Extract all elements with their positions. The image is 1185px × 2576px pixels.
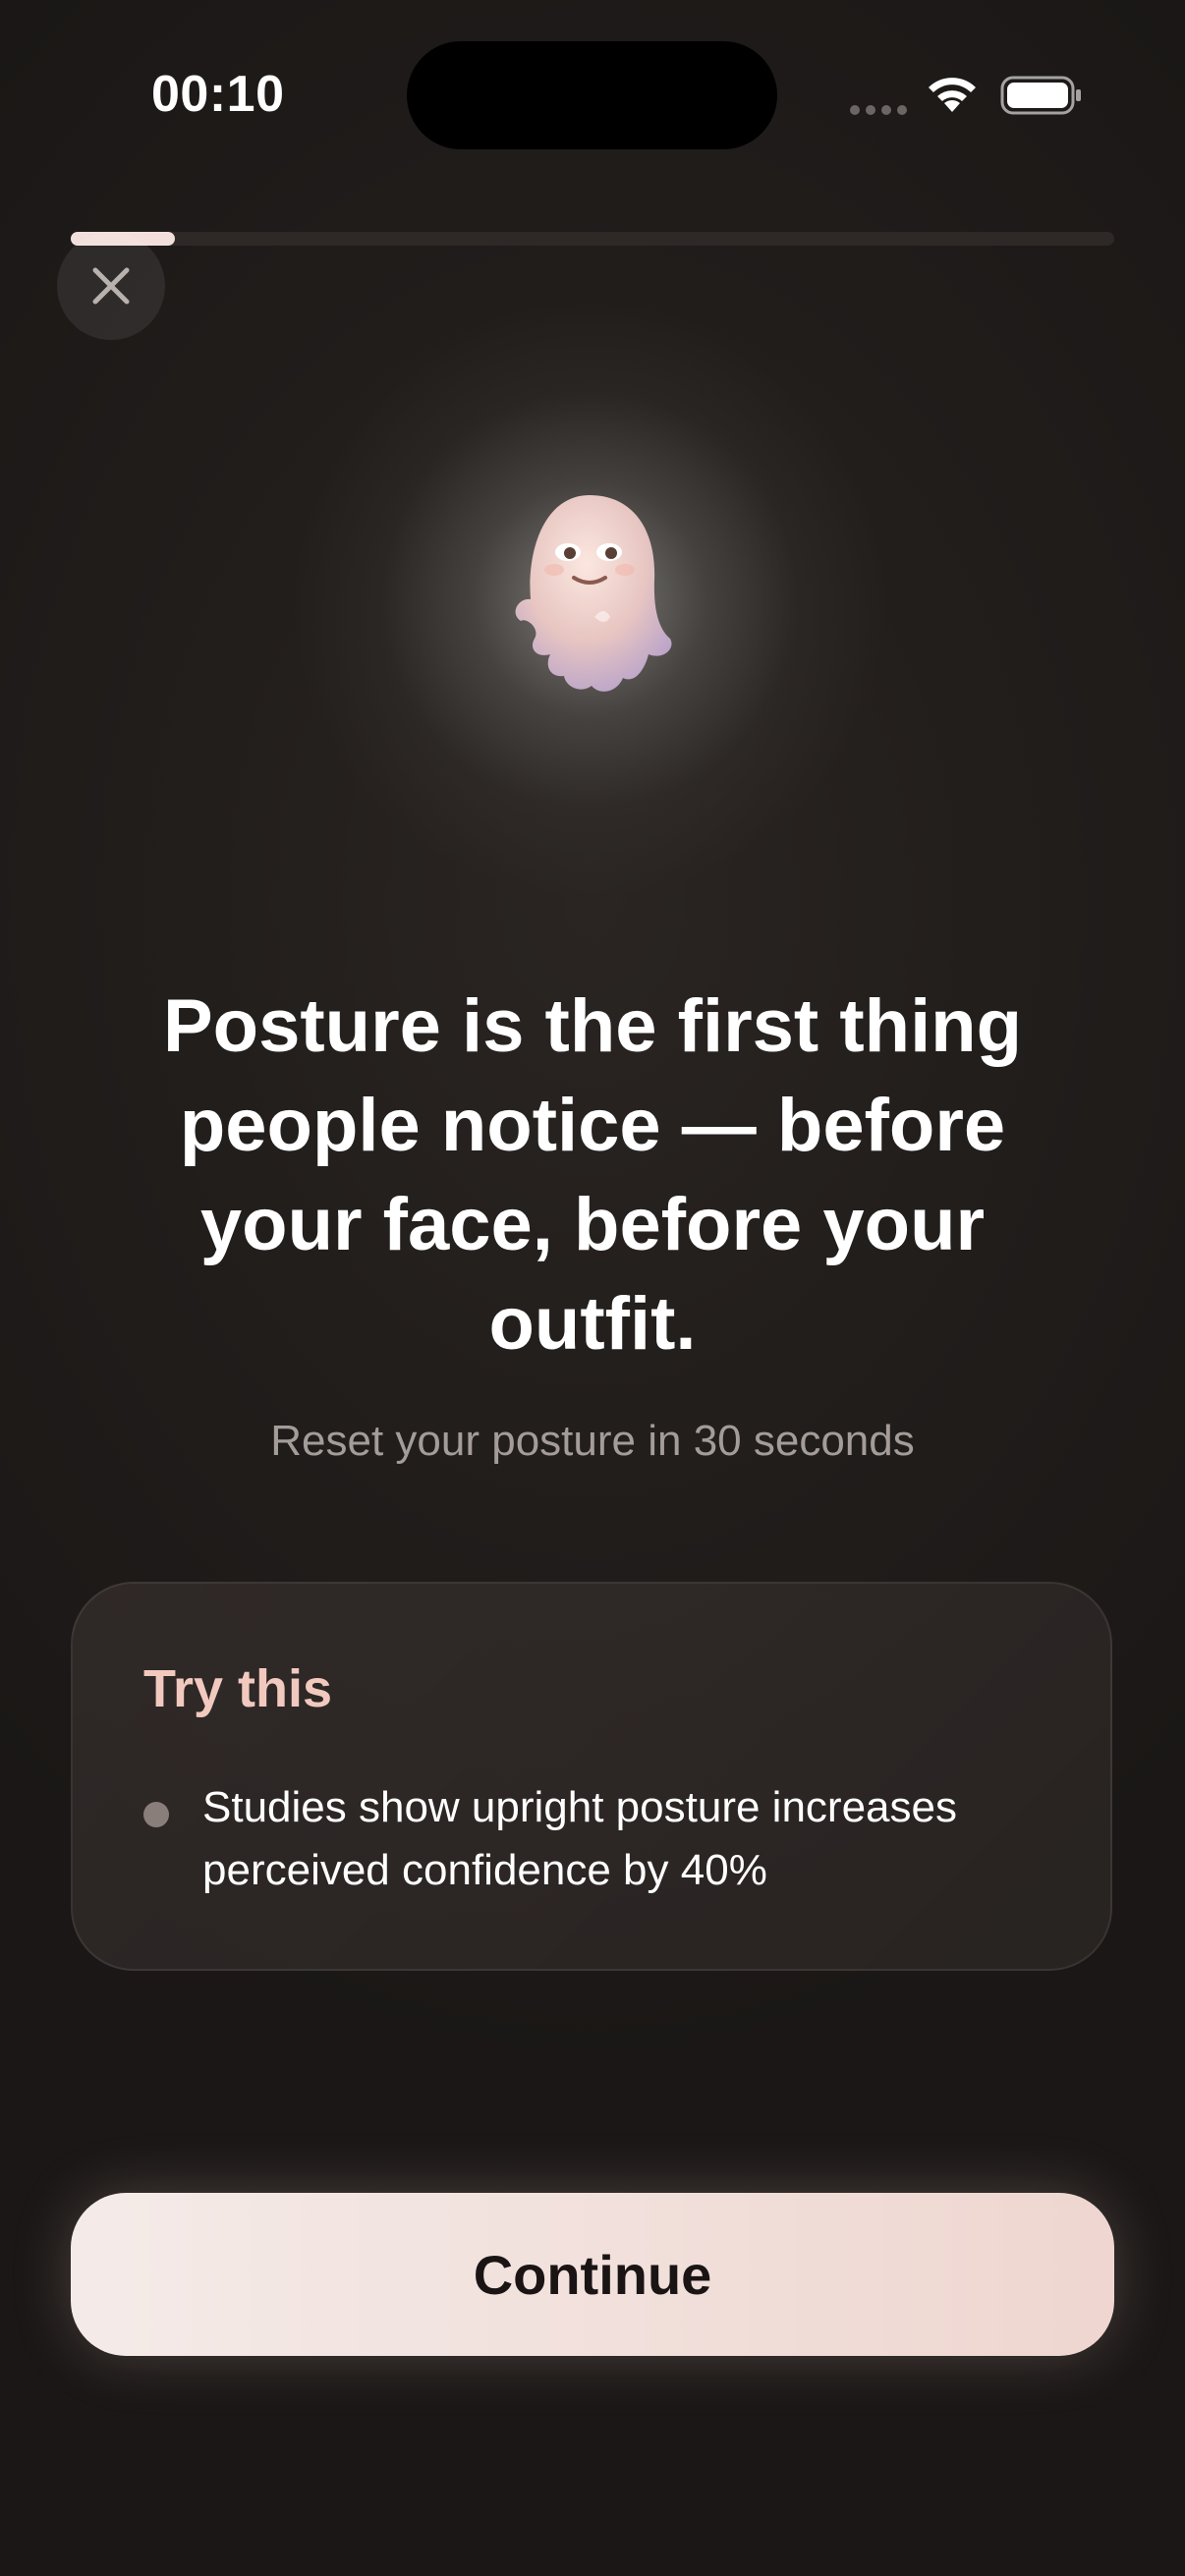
continue-button[interactable]: Continue xyxy=(71,2193,1114,2356)
cellular-signal-icon xyxy=(850,105,907,115)
subtitle: Reset your posture in 30 seconds xyxy=(270,1417,915,1465)
dynamic-island xyxy=(407,41,777,149)
close-button[interactable] xyxy=(57,232,165,340)
bullet-dot xyxy=(143,1802,169,1827)
status-time: 00:10 xyxy=(151,66,285,123)
ghost-mascot-icon xyxy=(515,495,672,692)
close-icon xyxy=(92,267,130,305)
tip-card: Try this Studies show upright posture in… xyxy=(71,1582,1112,1971)
headline: Posture is the first thing people notice… xyxy=(162,984,1023,1366)
battery-icon xyxy=(1000,76,1081,115)
onboarding-screen: 00:10 Posture is the first thing people … xyxy=(0,0,1185,2576)
wifi-icon xyxy=(929,78,976,112)
tip-card-title: Try this xyxy=(143,1659,333,1718)
progress-bar xyxy=(71,232,1114,246)
tip-item: Studies show upright posture increases p… xyxy=(202,1783,957,1894)
